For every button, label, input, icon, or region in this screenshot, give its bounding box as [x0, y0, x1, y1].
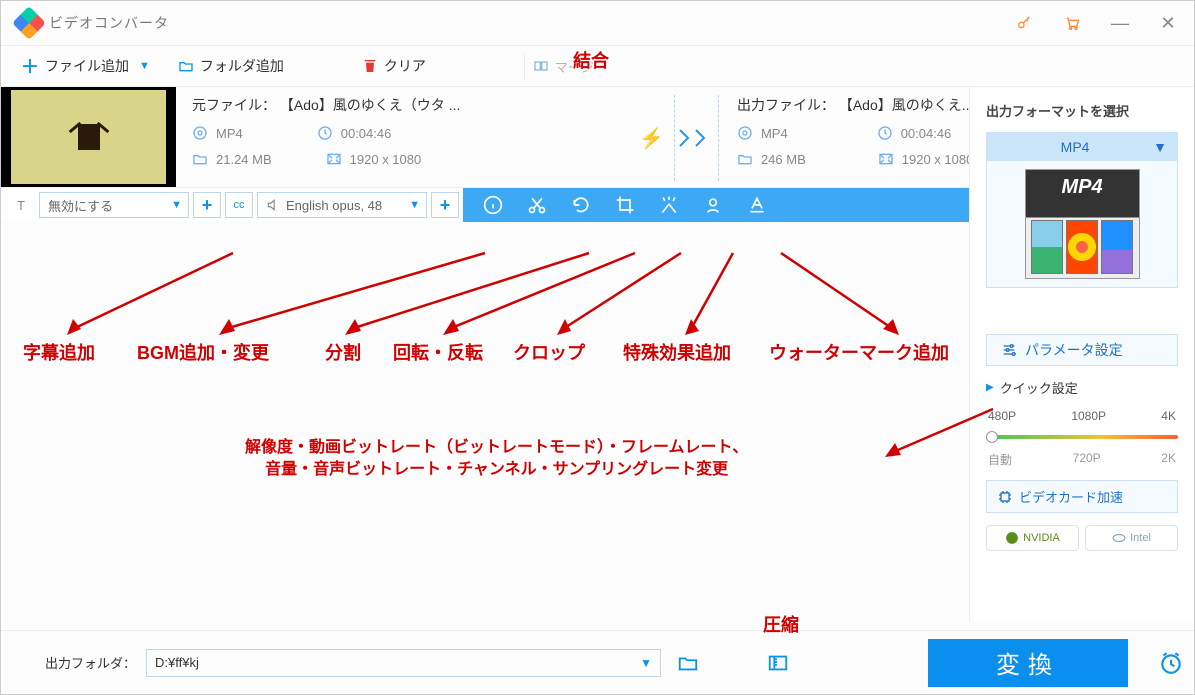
compress-button[interactable] — [761, 652, 795, 674]
annotation-subtitle: 字幕追加 — [23, 339, 95, 365]
resolution-icon — [326, 151, 342, 167]
video-thumbnail[interactable] — [1, 87, 176, 187]
add-file-label: ファイル追加 — [45, 56, 129, 76]
text-icon: T — [7, 198, 35, 213]
output-duration: 00:04:46 — [901, 126, 952, 141]
sidebar-title: 出力フォーマットを選択 — [986, 101, 1178, 120]
trash-icon — [362, 58, 378, 74]
cart-icon[interactable] — [1050, 1, 1094, 45]
crop-icon[interactable] — [615, 195, 635, 215]
param-settings-label: パラメータ設定 — [1025, 340, 1123, 360]
annotation-watermark: ウォーターマーク追加 — [769, 339, 949, 365]
quality-labels-bottom: 自動 720P 2K — [986, 451, 1178, 468]
output-folder-dropdown[interactable]: D:¥ff¥kj ▼ — [146, 649, 661, 677]
source-format: MP4 — [216, 126, 243, 141]
app-title: ビデオコンバータ — [49, 13, 169, 33]
hardware-accel-row[interactable]: ビデオカード加速 — [986, 480, 1178, 513]
cut-icon[interactable] — [527, 195, 547, 215]
merge-button[interactable]: マージ — [524, 53, 602, 80]
output-size: 246 MB — [761, 152, 806, 167]
add-folder-label: フォルダ追加 — [200, 56, 284, 76]
folder-size-icon — [192, 151, 208, 167]
disc-icon — [192, 125, 208, 141]
format-name: MP4 — [1061, 139, 1090, 155]
speaker-icon — [266, 198, 280, 212]
toolbar: ＋ ファイル追加 ▼ フォルダ追加 クリア マージ — [1, 45, 1194, 87]
chip-icon — [997, 489, 1013, 505]
bottom-bar: 出力フォルダ： D:¥ff¥kj ▼ 変換 — [1, 630, 1194, 694]
merge-label: マージ — [555, 57, 594, 76]
annotation-bgm: BGM追加・変更 — [137, 339, 269, 365]
slider-thumb[interactable] — [986, 431, 998, 443]
arrow-divider — [674, 95, 718, 181]
text-watermark-icon[interactable] — [747, 195, 767, 215]
open-folder-button[interactable] — [671, 652, 705, 674]
hw-accel-label: ビデオカード加速 — [1019, 487, 1123, 506]
parameter-settings-button[interactable]: パラメータ設定 — [986, 334, 1178, 366]
disc-icon — [737, 125, 753, 141]
cc-button[interactable]: cc — [225, 192, 253, 218]
lightning-icon: ⚡ — [639, 126, 664, 151]
output-format: MP4 — [761, 126, 788, 141]
info-icon[interactable] — [483, 195, 503, 215]
titlebar: ビデオコンバータ — ✕ — [1, 1, 1194, 45]
chevron-down-icon: ▼ — [409, 199, 420, 211]
quality-slider[interactable] — [986, 435, 1178, 439]
sliders-icon — [1001, 342, 1017, 358]
nvidia-badge: NVIDIA — [986, 525, 1079, 551]
add-subtitle-button[interactable]: + — [193, 192, 221, 218]
app-logo — [12, 6, 46, 40]
annotation-effects: 特殊効果追加 — [623, 339, 731, 365]
chevron-down-icon: ▼ — [1153, 139, 1167, 155]
quick-settings-title: クイック設定 — [986, 378, 1178, 397]
add-audio-button[interactable]: + — [431, 192, 459, 218]
subtitle-dropdown-value: 無効にする — [48, 196, 113, 215]
convert-label: 変換 — [996, 645, 1060, 680]
effects-icon[interactable] — [659, 195, 679, 215]
close-button[interactable]: ✕ — [1146, 3, 1190, 43]
folder-size-icon — [737, 151, 753, 167]
output-resolution: 1920 x 1080 — [902, 152, 974, 167]
annotation-split: 分割 — [325, 339, 361, 365]
chevron-down-icon: ▼ — [171, 199, 182, 211]
audio-dropdown-value: English opus, 48 — [286, 198, 382, 213]
format-selector[interactable]: MP4 ▼ MP4 — [986, 132, 1178, 288]
minimize-button[interactable]: — — [1098, 3, 1142, 43]
output-sidebar: 出力フォーマットを選択 MP4 ▼ MP4 パラメータ設定 クイック設定 480… — [969, 87, 1194, 622]
clear-button[interactable]: クリア — [352, 52, 436, 80]
format-badge: MP4 — [1026, 176, 1139, 199]
subtitle-dropdown[interactable]: 無効にする ▼ — [39, 192, 189, 218]
source-duration: 00:04:46 — [341, 126, 392, 141]
chevron-down-icon: ▼ — [640, 656, 652, 670]
merge-icon — [533, 58, 549, 74]
chevron-down-icon: ▼ — [139, 60, 150, 72]
add-file-button[interactable]: ＋ ファイル追加 ▼ — [11, 49, 160, 83]
clock-icon — [877, 125, 893, 141]
watermark-icon[interactable] — [703, 195, 723, 215]
source-resolution: 1920 x 1080 — [350, 152, 422, 167]
output-folder-label: 出力フォルダ： — [45, 653, 136, 672]
intel-badge: Intel — [1085, 525, 1178, 551]
audio-dropdown[interactable]: English opus, 48 ▼ — [257, 192, 427, 218]
schedule-button[interactable] — [1148, 650, 1194, 676]
clear-label: クリア — [384, 56, 426, 76]
quality-labels-top: 480P 1080P 4K — [986, 409, 1178, 423]
output-folder-path: D:¥ff¥kj — [155, 655, 199, 670]
plus-icon: ＋ — [21, 53, 39, 79]
folder-icon — [178, 58, 194, 74]
add-folder-button[interactable]: フォルダ追加 — [168, 52, 294, 80]
annotation-param-desc: 解像度・動画ビットレート（ビットレートモード）・フレームレート、 音量・音声ビッ… — [245, 437, 748, 481]
clock-icon — [317, 125, 333, 141]
convert-button[interactable]: 変換 — [928, 639, 1128, 687]
annotation-rotate: 回転・反転 — [393, 339, 483, 365]
source-file-label: 元ファイル： 【Ado】風のゆくえ（ウタ ... — [192, 95, 629, 115]
annotation-crop: クロップ — [513, 339, 585, 365]
resolution-icon — [878, 151, 894, 167]
license-key-icon[interactable] — [1002, 1, 1046, 45]
rotate-icon[interactable] — [571, 195, 591, 215]
format-thumbnail: MP4 — [1025, 169, 1140, 279]
source-size: 21.24 MB — [216, 152, 272, 167]
